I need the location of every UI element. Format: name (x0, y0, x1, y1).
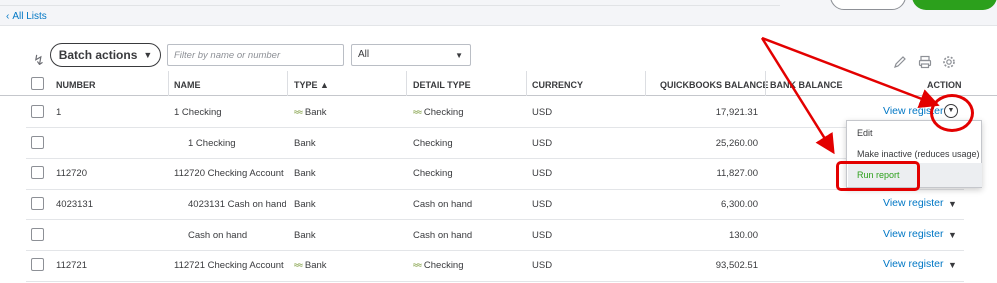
bank-account-icon: ≈≈ (413, 107, 422, 117)
type-filter-select[interactable]: All ▼ (351, 44, 471, 66)
type-filter-value: All (358, 49, 370, 60)
account-name: 4023131 Cash on hand ( (188, 199, 286, 210)
all-lists-link[interactable]: ‹ All Lists (6, 11, 47, 22)
filter-input[interactable] (167, 44, 344, 66)
currency: USD (532, 199, 553, 210)
currency: USD (532, 138, 553, 149)
view-register-link[interactable]: View register (883, 258, 944, 270)
account-type: ≈≈ Bank (294, 260, 327, 271)
currency: USD (532, 107, 553, 118)
row-checkbox[interactable] (31, 105, 44, 118)
detail-type: ≈≈ Checking (413, 260, 464, 271)
currency: USD (532, 168, 553, 179)
detail-type-label: Checking (423, 260, 464, 271)
account-type: Bank (294, 230, 316, 241)
column-name[interactable]: NAME (174, 80, 201, 90)
detail-type: Checking (413, 138, 453, 149)
select-all-checkbox[interactable] (31, 77, 44, 90)
account-type: ≈≈ Bank (294, 107, 327, 118)
quickbooks-balance: 6,300.00 (721, 199, 758, 210)
menu-item-edit[interactable]: Edit (857, 128, 873, 138)
account-name: 1 Checking (188, 138, 236, 149)
quickbooks-balance: 130.00 (728, 230, 758, 241)
table-row[interactable] (26, 189, 964, 220)
detail-type-label: Checking (423, 107, 464, 118)
quickbooks-balance: 93,502.51 (715, 260, 758, 271)
sort-arrow-icon[interactable]: ↯ (33, 52, 45, 69)
account-number: 112721 (56, 260, 87, 271)
bank-account-icon: ≈≈ (413, 260, 422, 270)
batch-actions-label: Batch actions (58, 48, 138, 62)
column-divider (765, 71, 766, 96)
account-name: 112721 Checking Account - (174, 260, 286, 271)
quickbooks-balance: 17,921.31 (715, 107, 758, 118)
account-name: 1 Checking (174, 107, 222, 118)
account-type-label: Bank (304, 107, 327, 118)
quickbooks-balance: 25,260.00 (715, 138, 758, 149)
row-checkbox[interactable] (31, 166, 44, 179)
detail-type: Cash on hand (413, 199, 473, 210)
column-divider (645, 71, 646, 96)
caret-down-icon[interactable]: ▼ (948, 199, 957, 209)
table-row[interactable] (26, 220, 964, 251)
chevron-left-icon: ‹ (6, 11, 10, 22)
row-checkbox[interactable] (31, 136, 44, 149)
account-number: 4023131 (56, 199, 93, 210)
bank-account-icon: ≈≈ (294, 107, 303, 117)
currency: USD (532, 230, 553, 241)
gear-icon[interactable] (942, 55, 956, 69)
account-number: 1 (56, 107, 62, 118)
account-type: Bank (294, 199, 316, 210)
detail-type: Cash on hand (413, 230, 473, 241)
action-dropdown-menu: Edit Make inactive (reduces usage) Run r… (846, 120, 982, 188)
action-menu-toggle[interactable]: ▼ (944, 104, 958, 118)
top-secondary-button[interactable] (830, 0, 906, 10)
column-divider (168, 71, 169, 96)
bank-account-icon: ≈≈ (294, 260, 303, 270)
table-header (0, 70, 997, 96)
pencil-icon[interactable] (893, 55, 907, 69)
column-action: ACTION (927, 80, 962, 90)
row-checkbox[interactable] (31, 197, 44, 210)
account-number: 112720 (56, 168, 87, 179)
detail-type: Checking (413, 168, 453, 179)
table-row[interactable] (26, 128, 964, 159)
table-row[interactable] (26, 159, 964, 190)
currency: USD (532, 260, 553, 271)
menu-item-run-report[interactable]: Run report (857, 170, 900, 180)
caret-down-icon[interactable]: ▼ (948, 260, 957, 270)
account-name: 112720 Checking Account - (174, 168, 286, 179)
row-checkbox[interactable] (31, 258, 44, 271)
account-type: Bank (294, 168, 316, 179)
caret-down-icon: ▼ (455, 51, 463, 60)
caret-down-icon: ▼ (143, 50, 153, 60)
column-quickbooks-balance[interactable]: QUICKBOOKS BALANCE (660, 80, 769, 90)
column-divider (406, 71, 407, 96)
column-type[interactable]: TYPE ▲ (294, 80, 329, 90)
account-type: Bank (294, 138, 316, 149)
column-currency[interactable]: CURRENCY (532, 80, 583, 90)
all-lists-label: All Lists (12, 11, 47, 22)
view-register-link[interactable]: View register (883, 197, 944, 209)
quickbooks-balance: 11,827.00 (716, 168, 758, 179)
column-detail-type[interactable]: DETAIL TYPE (413, 80, 471, 90)
top-primary-button[interactable] (912, 0, 997, 10)
view-register-link[interactable]: View register (883, 228, 944, 240)
column-divider (526, 71, 527, 96)
column-bank-balance[interactable]: BANK BALANCE (770, 80, 843, 90)
table-row[interactable] (26, 97, 964, 128)
top-grid-strip (0, 0, 780, 6)
column-number[interactable]: NUMBER (56, 80, 96, 90)
batch-actions-button[interactable]: Batch actions ▼ (50, 43, 161, 67)
detail-type: ≈≈ Checking (413, 107, 464, 118)
view-register-link[interactable]: View register (883, 105, 944, 117)
menu-item-make-inactive[interactable]: Make inactive (reduces usage) (857, 149, 980, 159)
account-type-label: Bank (304, 260, 327, 271)
caret-down-icon[interactable]: ▼ (948, 230, 957, 240)
printer-icon[interactable] (918, 55, 932, 69)
account-name: Cash on hand (188, 230, 248, 241)
table-row[interactable] (26, 251, 964, 282)
row-checkbox[interactable] (31, 228, 44, 241)
column-divider (287, 71, 288, 96)
